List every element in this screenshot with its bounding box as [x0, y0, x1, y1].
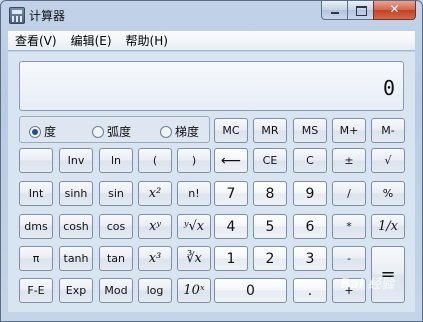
tan-button[interactable]: tan	[99, 246, 133, 271]
close-icon: ✕	[389, 2, 400, 16]
reciprocal-button[interactable]: 1/x	[371, 214, 405, 239]
digit-4-button[interactable]: 4	[214, 214, 248, 239]
backspace-button[interactable]: ⟵	[214, 148, 248, 173]
window-title: 计算器	[29, 9, 66, 23]
divide-button[interactable]: /	[332, 181, 366, 206]
decimal-button[interactable]: .	[293, 278, 327, 303]
calculator-window: 计算器 ✕ 查看(V) 编辑(E) 帮助(H) 0 度 弧度 梯度 MC MR …	[0, 0, 423, 322]
square-button[interactable]: x²	[138, 181, 172, 206]
multiply-button[interactable]: *	[332, 214, 366, 239]
inv-button[interactable]: Inv	[59, 148, 93, 173]
cube-root-button[interactable]: ∛x	[177, 246, 211, 271]
radio-dot-selected	[29, 125, 41, 138]
pi-button[interactable]: π	[19, 246, 53, 271]
blank-button[interactable]	[19, 148, 53, 173]
minimize-button[interactable]	[321, 1, 347, 20]
digit-3-button[interactable]: 3	[293, 246, 327, 271]
radio-radians-label: 弧度	[107, 125, 132, 139]
mr-button[interactable]: MR	[253, 118, 287, 143]
cube-button[interactable]: x³	[138, 246, 172, 271]
int-button[interactable]: Int	[19, 181, 53, 206]
digit-2-button[interactable]: 2	[253, 246, 287, 271]
menu-edit[interactable]: 编辑(E)	[64, 32, 119, 49]
maximize-button[interactable]	[347, 1, 373, 20]
ten-power-button[interactable]: 10ˣ	[177, 278, 211, 303]
mod-button[interactable]: Mod	[99, 278, 133, 303]
percent-button[interactable]: %	[371, 181, 405, 206]
radio-dot	[92, 125, 104, 138]
cos-button[interactable]: cos	[99, 214, 133, 239]
plus-minus-button[interactable]: ±	[332, 148, 366, 173]
exp-button[interactable]: Exp	[59, 278, 93, 303]
radio-dot	[160, 125, 172, 138]
close-button[interactable]: ✕	[373, 1, 416, 20]
digit-1-button[interactable]: 1	[214, 246, 248, 271]
power-button[interactable]: xʸ	[138, 214, 172, 239]
menu-help[interactable]: 帮助(H)	[119, 32, 175, 49]
mc-button[interactable]: MC	[214, 118, 248, 143]
sqrt-button[interactable]: √	[371, 148, 405, 173]
yth-root-button[interactable]: ʸ√x	[177, 214, 211, 239]
window-controls: ✕	[321, 1, 416, 20]
display-panel: 0	[19, 61, 404, 111]
subtract-button[interactable]: -	[332, 246, 366, 271]
sinh-button[interactable]: sinh	[59, 181, 93, 206]
log-button[interactable]: log	[138, 278, 172, 303]
c-button[interactable]: C	[293, 148, 327, 173]
add-button[interactable]: +	[332, 278, 366, 303]
menu-view[interactable]: 查看(V)	[8, 32, 64, 49]
dms-button[interactable]: dms	[19, 214, 53, 239]
ce-button[interactable]: CE	[253, 148, 287, 173]
fe-button[interactable]: F-E	[19, 278, 53, 303]
radio-degrees[interactable]: 度	[29, 123, 56, 140]
ms-button[interactable]: MS	[293, 118, 327, 143]
sin-button[interactable]: sin	[99, 181, 133, 206]
digit-8-button[interactable]: 8	[253, 181, 287, 206]
menu-bar: 查看(V) 编辑(E) 帮助(H)	[8, 31, 415, 51]
calculator-body: 0 度 弧度 梯度 MC MR MS M+ M- Inv ln ( ) ⟵ CE…	[8, 52, 415, 312]
radio-gradians-label: 梯度	[175, 125, 200, 139]
digit-7-button[interactable]: 7	[214, 181, 248, 206]
radio-degrees-label: 度	[44, 125, 57, 139]
ln-button[interactable]: ln	[99, 148, 133, 173]
radio-radians[interactable]: 弧度	[92, 123, 131, 140]
title-bar[interactable]: 计算器 ✕	[1, 1, 422, 30]
digit-6-button[interactable]: 6	[293, 214, 327, 239]
close-paren-button[interactable]: )	[177, 148, 211, 173]
open-paren-button[interactable]: (	[138, 148, 172, 173]
m-minus-button[interactable]: M-	[371, 118, 405, 143]
equals-button[interactable]: =	[371, 246, 405, 303]
tanh-button[interactable]: tanh	[59, 246, 93, 271]
calculator-app-icon	[9, 7, 25, 24]
cosh-button[interactable]: cosh	[59, 214, 93, 239]
m-plus-button[interactable]: M+	[332, 118, 366, 143]
angle-mode-group: 度 弧度 梯度	[19, 116, 210, 143]
factorial-button[interactable]: n!	[177, 181, 211, 206]
digit-0-button[interactable]: 0	[214, 278, 287, 303]
display-value: 0	[382, 76, 395, 100]
digit-9-button[interactable]: 9	[293, 181, 327, 206]
radio-gradians[interactable]: 梯度	[160, 123, 199, 140]
digit-5-button[interactable]: 5	[253, 214, 287, 239]
